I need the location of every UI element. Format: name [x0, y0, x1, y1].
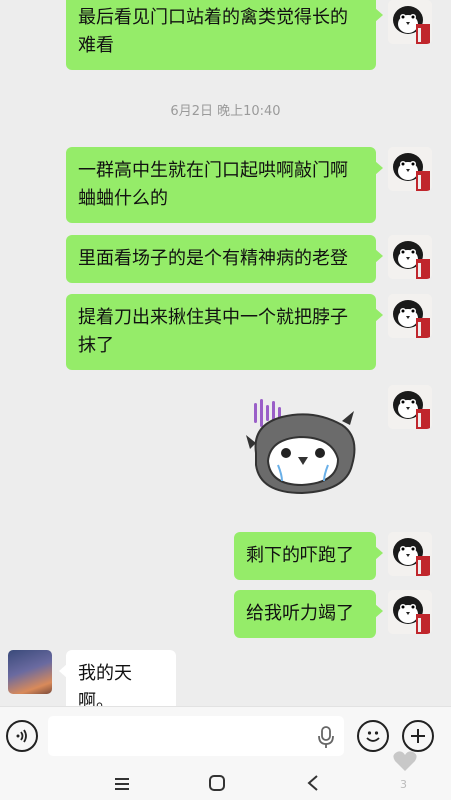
contact-avatar[interactable] [8, 650, 52, 694]
crying-penguin-sticker[interactable] [242, 395, 362, 505]
back-icon[interactable] [306, 774, 320, 792]
message-text-line: 抹了 [78, 335, 114, 356]
self-avatar[interactable] [388, 147, 432, 191]
voice-icon[interactable] [6, 720, 38, 752]
self-avatar[interactable] [388, 0, 432, 44]
message-bubble[interactable]: 给我听力竭了 [234, 590, 383, 638]
message-text-line: 难看 [78, 35, 114, 56]
recent-apps-icon[interactable] [114, 776, 130, 790]
self-avatar[interactable] [388, 590, 432, 634]
like-count: 3 [400, 778, 407, 791]
self-avatar[interactable] [388, 532, 432, 576]
penguin-avatar-icon [388, 294, 432, 338]
message-bubble[interactable]: 里面看场子的是个有精神病的老登 [66, 235, 383, 283]
message-bubble[interactable]: 我的天啊。 [59, 650, 176, 706]
message-bubble[interactable]: 剩下的吓跑了 [234, 532, 383, 580]
message-text-line: 我的天啊。 [78, 663, 132, 706]
message-text-line: 一群高中生就在门口起哄啊敲门啊 [78, 160, 348, 181]
heart-icon[interactable] [392, 748, 418, 774]
system-nav-bar [0, 764, 451, 800]
message-input[interactable] [48, 716, 344, 756]
self-avatar[interactable] [388, 294, 432, 338]
emoji-icon[interactable] [357, 720, 389, 752]
message-text-line: 提着刀出来揪住其中一个就把脖子 [78, 307, 348, 328]
chat-area[interactable]: 最后看见门口站着的禽类觉得长的 难看 6月2日 晚上10:40 一群高中生就在门… [0, 0, 451, 706]
message-bubble[interactable]: 一群高中生就在门口起哄啊敲门啊 蛐蛐什么的 [66, 147, 383, 223]
penguin-avatar-icon [388, 147, 432, 191]
microphone-icon[interactable] [316, 725, 336, 749]
message-bubble[interactable]: 提着刀出来揪住其中一个就把脖子 抹了 [66, 294, 383, 370]
message-text-line: 剩下的吓跑了 [246, 545, 354, 566]
penguin-avatar-icon [388, 590, 432, 634]
input-bar [0, 706, 451, 764]
home-icon[interactable] [208, 774, 226, 792]
message-text-line: 最后看见门口站着的禽类觉得长的 [78, 7, 348, 28]
message-timestamp: 6月2日 晚上10:40 [170, 104, 281, 119]
message-text-line: 蛐蛐什么的 [78, 188, 168, 209]
penguin-avatar-icon [388, 532, 432, 576]
penguin-avatar-icon [388, 385, 432, 429]
penguin-avatar-icon [388, 235, 432, 279]
message-text-line: 给我听力竭了 [246, 603, 354, 624]
self-avatar[interactable] [388, 235, 432, 279]
message-text-line: 里面看场子的是个有精神病的老登 [78, 248, 348, 269]
penguin-avatar-icon [388, 0, 432, 44]
self-avatar[interactable] [388, 385, 432, 429]
message-bubble[interactable]: 最后看见门口站着的禽类觉得长的 难看 [66, 0, 383, 70]
